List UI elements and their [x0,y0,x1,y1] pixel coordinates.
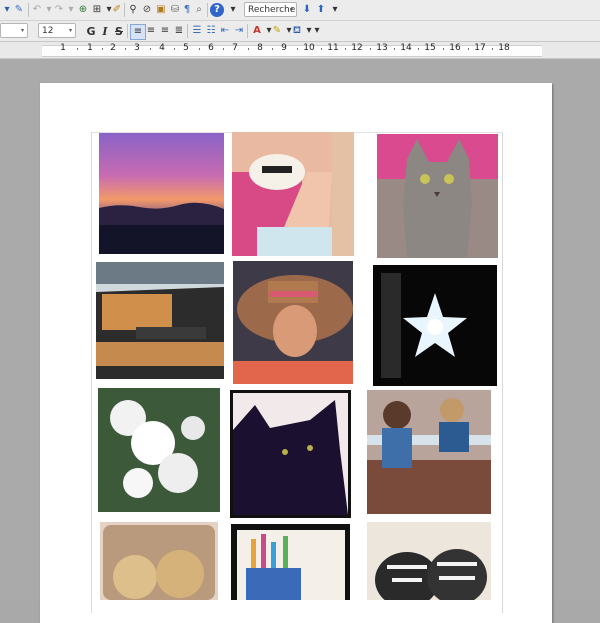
bullets-icon[interactable]: ☷ [204,24,218,38]
italic-button[interactable]: I [98,24,112,38]
toolbar-overflow-icon[interactable]: ▾ [310,24,324,38]
help-dropdown-icon[interactable]: ▾ [226,3,240,17]
font-size-value: 12 [42,25,54,36]
ruler-tick [247,48,249,50]
ruler-number: 6 [208,43,214,53]
font-size-dropdown-icon[interactable]: ▾ [69,27,72,34]
pens-cup-photo[interactable] [231,524,350,600]
ruler-strip[interactable] [42,45,542,57]
ruler-number: 1 [87,43,93,53]
find-previous-icon[interactable]: ⬆ [314,3,328,17]
ruler-tick [296,48,298,50]
ruler-number: 7 [232,43,238,53]
ruler-tick [394,48,395,50]
draw-functions-icon[interactable]: ✐ [110,3,124,17]
justify-icon[interactable]: ≣ [172,24,186,38]
ruler-number: 15 [424,43,436,53]
hyperlink-icon[interactable]: ⊕ [76,3,90,17]
woman-sunhat-photo[interactable] [233,261,353,384]
ruler-number: 8 [257,43,263,53]
ruler-tick [101,48,103,50]
ruler-tick [223,48,224,50]
search-dropdown-icon[interactable]: ▾ [290,6,293,13]
ruler-number: 12 [351,43,363,53]
standard-toolbar: ▾ ✎ ↶ ▾ ↷ ▾ ⊕ ⊞ ▾ ✐ ⚲ ⊘ ▣ ⛁ ¶ ⌕ ? ▾ Rech… [0,0,600,21]
ruler-number: 13 [376,43,388,53]
ruler-number: 5 [183,43,189,53]
zoom-icon[interactable]: ⌕ [192,3,206,17]
black-cat-photo[interactable] [230,390,351,518]
help-icon[interactable]: ? [210,3,224,17]
ruler-tick [174,48,175,50]
ruler-tick [272,48,273,50]
ruler-number: 9 [281,43,287,53]
ruler-number: 18 [498,43,510,53]
toolbar-overflow-icon[interactable]: ▾ [328,3,342,17]
white-flowers-photo[interactable] [98,388,220,512]
align-right-icon[interactable]: ≡ [158,24,172,38]
ruler-number: 4 [159,43,165,53]
tabby-cat-photo[interactable] [377,134,498,258]
bold-button[interactable]: G [84,24,98,38]
paintbrush-icon[interactable]: ✎ [12,3,26,17]
increase-indent-icon[interactable]: ⇥ [232,24,246,38]
ruler-tick [125,48,126,50]
strikethrough-button[interactable]: S [112,24,126,38]
font-size-field[interactable]: 12 ▾ [38,23,76,38]
ruler-tick [492,48,493,50]
numbering-icon[interactable]: ☰ [190,24,204,38]
ruler-number: 11 [327,43,339,53]
ruler-tick [345,48,346,50]
ruler-tick [418,48,419,50]
ruler-tick [442,48,444,50]
gallery-icon[interactable]: ▣ [154,3,168,17]
ruler-number: 3 [134,43,140,53]
font-name-field[interactable]: ▾ [0,23,28,38]
find-replace-icon[interactable]: ⚲ [126,3,140,17]
search-placeholder: Recherche [248,4,296,15]
ruler-number: 10 [303,43,315,53]
ruler-number: 17 [474,43,486,53]
decrease-indent-icon[interactable]: ⇤ [218,24,232,38]
ruler-tick [467,48,469,50]
ruler-tick [76,48,78,50]
sneakers-photo[interactable] [367,522,491,600]
find-next-icon[interactable]: ⬇ [300,3,314,17]
font-name-dropdown-icon[interactable]: ▾ [21,27,24,34]
ruler-number: 16 [449,43,461,53]
formatting-toolbar: ▾ 12 ▾ G I S ≡ ≡ ≡ ≣ ☰ ☷ ⇤ ⇥ A ▾ ✎ ▾ ⛾ ▾… [0,21,600,42]
batman-boat-photo[interactable] [96,262,224,379]
sunset-photo[interactable] [99,133,224,254]
ruler-tick [149,48,151,50]
kids-table-photo[interactable] [367,390,491,514]
align-center-icon[interactable]: ≡ [144,24,158,38]
star-lamp-photo[interactable] [373,265,497,386]
ruler-tick [369,48,371,50]
hat-legs-photo[interactable] [232,132,354,256]
ruler-number: 14 [400,43,412,53]
search-field[interactable]: Recherche ▾ [244,2,297,17]
ruler-number: 2 [110,43,116,53]
ruler-tick [198,48,200,50]
ruler-number: 1 [60,43,66,53]
ruler-tick [321,48,322,50]
horizontal-ruler[interactable]: 1 1 2 3 4 5 6 7 8 9 10 11 12 13 14 15 16 17 18 [0,42,600,59]
navigator-icon[interactable]: ⊘ [140,3,154,17]
cookies-photo[interactable] [100,522,218,600]
